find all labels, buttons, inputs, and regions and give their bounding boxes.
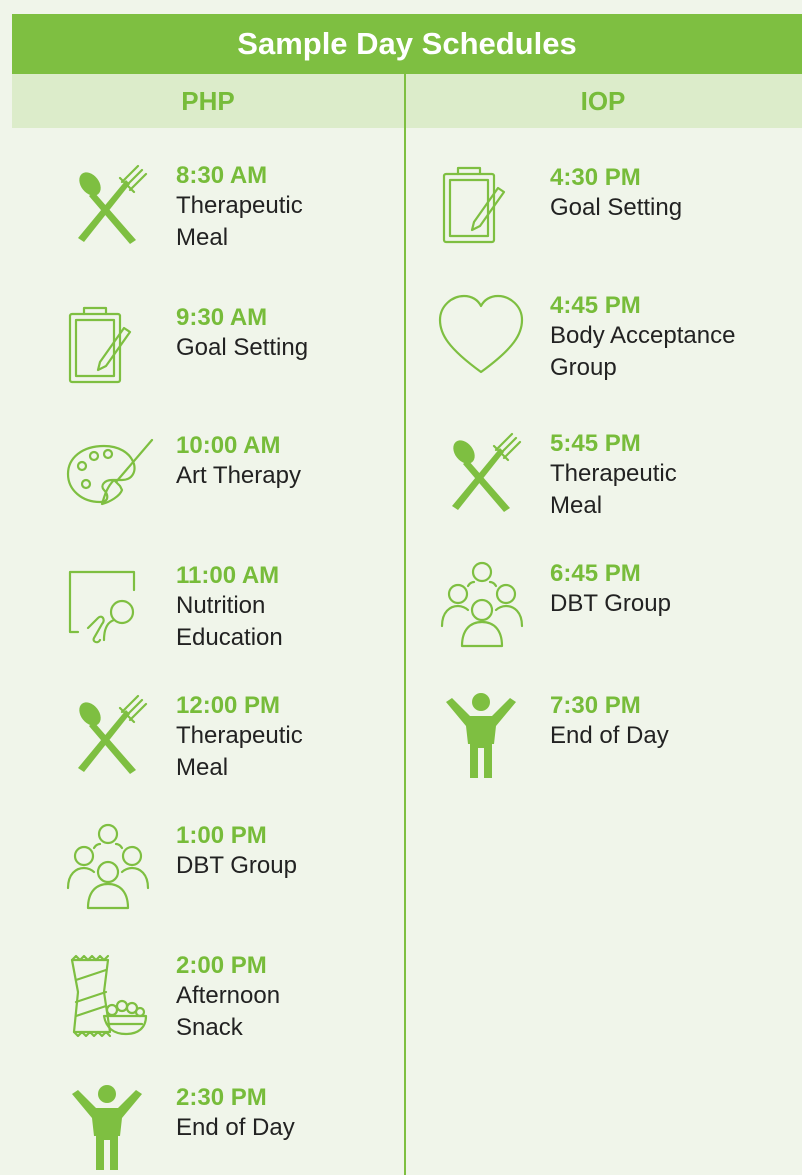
schedule-activity: DBT Group bbox=[176, 852, 297, 879]
schedule-time: 5:45 PM bbox=[550, 430, 641, 457]
schedule-item-text: 9:30 AM Goal Setting bbox=[176, 304, 366, 364]
clipboard-icon bbox=[438, 164, 524, 250]
presentation-icon bbox=[64, 562, 150, 648]
schedule-time: 2:30 PM bbox=[176, 1084, 267, 1111]
schedule-activity: Art Therapy bbox=[176, 462, 301, 489]
page-title: Sample Day Schedules bbox=[12, 14, 802, 74]
schedule-time: 6:45 PM bbox=[550, 560, 641, 587]
schedule-item-text: 11:00 AM Nutrition Education bbox=[176, 562, 366, 654]
schedule-time: 1:00 PM bbox=[176, 822, 267, 849]
schedule-time: 2:00 PM bbox=[176, 952, 267, 979]
schedule-time: 4:30 PM bbox=[550, 164, 641, 191]
group-icon bbox=[438, 560, 524, 648]
palette-icon bbox=[64, 432, 154, 518]
schedule-activity: Goal Setting bbox=[550, 194, 683, 221]
schedule-activity: Nutrition Education bbox=[176, 592, 283, 651]
schedule-activity: Body Acceptance Group bbox=[550, 322, 736, 381]
snack-icon bbox=[64, 952, 150, 1038]
schedule-activity: DBT Group bbox=[550, 590, 671, 617]
schedule-activity: Goal Setting bbox=[176, 334, 309, 361]
column-header-bar: PHP IOP bbox=[12, 74, 802, 128]
column-header-php: PHP bbox=[181, 86, 235, 116]
schedule-item-text: 5:45 PM Therapeutic Meal bbox=[550, 430, 740, 522]
schedule-item-text: 6:45 PM DBT Group bbox=[550, 560, 740, 620]
schedule-time: 4:45 PM bbox=[550, 292, 641, 319]
utensils-icon bbox=[438, 430, 524, 516]
schedule-activity: End of Day bbox=[176, 1114, 295, 1141]
schedule-time: 11:00 AM bbox=[176, 562, 280, 589]
clipboard-icon bbox=[64, 304, 150, 390]
schedule-activity: Therapeutic Meal bbox=[550, 460, 677, 519]
schedule-activity: Therapeutic Meal bbox=[176, 722, 303, 781]
schedule-time: 12:00 PM bbox=[176, 692, 281, 719]
schedule-item-text: 1:00 PM DBT Group bbox=[176, 822, 366, 882]
schedule-item-text: 12:00 PM Therapeutic Meal bbox=[176, 692, 366, 784]
person-icon bbox=[64, 1084, 150, 1170]
schedule-time: 10:00 AM bbox=[176, 432, 281, 459]
schedule-activity: End of Day bbox=[550, 722, 669, 749]
schedule-item-text: 2:00 PM Afternoon Snack bbox=[176, 952, 366, 1044]
schedule-item-text: 2:30 PM End of Day bbox=[176, 1084, 366, 1144]
person-icon bbox=[438, 692, 524, 778]
schedule-time: 9:30 AM bbox=[176, 304, 268, 331]
schedule-item-text: 8:30 AM Therapeutic Meal bbox=[176, 162, 366, 254]
schedule-time: 7:30 PM bbox=[550, 692, 641, 719]
schedule-item-text: 10:00 AM Art Therapy bbox=[176, 432, 366, 492]
schedule-time: 8:30 AM bbox=[176, 162, 268, 189]
schedule-item-text: 4:45 PM Body Acceptance Group bbox=[550, 292, 740, 384]
schedule-activity: Afternoon Snack bbox=[176, 982, 281, 1041]
column-divider bbox=[404, 74, 406, 1175]
schedule-item-text: 7:30 PM End of Day bbox=[550, 692, 740, 752]
group-icon bbox=[64, 822, 150, 910]
utensils-icon bbox=[64, 692, 150, 778]
schedule-activity: Therapeutic Meal bbox=[176, 192, 303, 251]
utensils-icon bbox=[64, 162, 150, 248]
column-header-iop: IOP bbox=[580, 86, 626, 116]
schedule-item-text: 4:30 PM Goal Setting bbox=[550, 164, 740, 224]
heart-icon bbox=[438, 292, 524, 378]
